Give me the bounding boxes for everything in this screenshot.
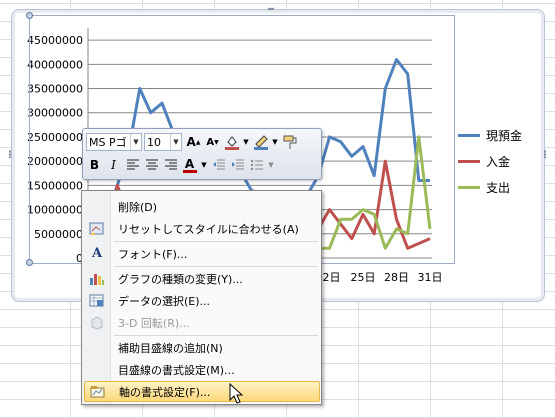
- font-size-combo[interactable]: 10 ▼: [144, 133, 182, 151]
- grow-font-button[interactable]: A ▲: [185, 133, 202, 151]
- fill-bucket-icon: [224, 136, 239, 150]
- align-center-icon: [145, 159, 158, 170]
- x-tick-label: 31日: [418, 271, 443, 284]
- menu-item-delete[interactable]: 削除(D): [84, 196, 318, 217]
- menu-item-format-gridlines[interactable]: 目盛線の書式設定(M)...: [84, 359, 318, 380]
- legend-swatch: [458, 133, 480, 137]
- mini-toolbar: MS Pゴ ▼ 10 ▼ A ▲ A ▼ ▼ ▼ B I A ▼ ▼: [82, 128, 322, 180]
- menu-separator: [114, 241, 318, 242]
- menu-item-change-chart-type[interactable]: グラフの種類の変更(Y)...: [84, 268, 318, 289]
- chart-legend[interactable]: 現預金 入金 支出: [458, 122, 538, 200]
- font-icon: A: [91, 246, 103, 261]
- legend-item: 支出: [458, 174, 538, 200]
- reset-style-icon: [86, 220, 108, 238]
- decrease-indent-icon: [212, 159, 225, 170]
- chevron-down-icon[interactable]: ▼: [242, 133, 250, 151]
- chevron-down-icon[interactable]: ▼: [130, 134, 141, 150]
- legend-label: 現預金: [486, 128, 523, 143]
- align-right-button[interactable]: [162, 156, 179, 174]
- font-name-combo[interactable]: MS Pゴ ▼: [86, 133, 142, 151]
- menu-item-label: 目盛線の書式設定(M)...: [118, 363, 235, 377]
- legend-label: 支出: [486, 180, 511, 195]
- x-tick-label: 25日: [351, 271, 376, 284]
- menu-item-reset-style[interactable]: リセットしてスタイルに合わせる(A): [84, 218, 318, 239]
- shrink-font-button[interactable]: A ▼: [204, 133, 221, 151]
- mouse-pointer-icon: [229, 383, 244, 404]
- italic-button[interactable]: I: [105, 156, 122, 174]
- format-axis-icon: [87, 383, 109, 401]
- align-center-button[interactable]: [143, 156, 160, 174]
- menu-item-label: 軸の書式設定(F)...: [119, 385, 211, 399]
- menu-item-label: グラフの種類の変更(Y)...: [118, 272, 243, 286]
- menu-item-label: 3-D 回転(R)...: [118, 316, 190, 330]
- legend-swatch: [458, 159, 480, 163]
- x-tick-label: 2日: [323, 271, 341, 284]
- menu-item-font[interactable]: A フォント(F)...: [84, 243, 318, 264]
- legend-label: 入金: [486, 154, 511, 169]
- font-color-button[interactable]: A: [181, 156, 198, 174]
- align-left-button[interactable]: [124, 156, 141, 174]
- bullet-list-icon: [250, 159, 263, 171]
- legend-item: 現預金: [458, 122, 538, 148]
- decrease-indent-button[interactable]: [210, 156, 227, 174]
- legend-swatch: [458, 185, 480, 189]
- line-color-button[interactable]: [252, 133, 269, 151]
- legend-item: 入金: [458, 148, 538, 174]
- font-size-value: 10: [147, 135, 161, 149]
- select-data-icon: [86, 292, 108, 310]
- chevron-down-icon[interactable]: ▼: [170, 134, 181, 150]
- align-right-icon: [164, 159, 177, 170]
- menu-separator: [114, 266, 318, 267]
- chevron-down-icon[interactable]: ▼: [267, 156, 275, 174]
- context-menu: 削除(D) リセットしてスタイルに合わせる(A) A フォント(F)... グラ…: [81, 190, 322, 405]
- font-color-icon: A: [184, 156, 195, 171]
- bold-button[interactable]: B: [86, 156, 103, 174]
- align-left-icon: [126, 159, 139, 170]
- format-painter-icon: [283, 135, 296, 149]
- menu-item-format-axis[interactable]: 軸の書式設定(F)...: [84, 381, 320, 402]
- shrink-font-icon: A: [206, 136, 215, 148]
- italic-icon: I: [111, 158, 116, 172]
- bullets-button[interactable]: [248, 156, 265, 174]
- font-name-value: MS Pゴ: [89, 136, 127, 149]
- increase-indent-icon: [231, 159, 244, 170]
- menu-item-label: 削除(D): [118, 200, 158, 214]
- menu-item-select-data[interactable]: データの選択(E)...: [84, 290, 318, 311]
- pen-icon: [253, 135, 268, 150]
- menu-item-label: リセットしてスタイルに合わせる(A): [118, 222, 299, 236]
- x-tick-label: 28日: [384, 271, 409, 284]
- menu-item-add-minor-gridlines[interactable]: 補助目盛線の追加(N): [84, 337, 318, 358]
- plot-area-handle[interactable]: [26, 12, 33, 19]
- chevron-down-icon[interactable]: ▼: [200, 156, 208, 174]
- rotation-3d-icon: [86, 314, 108, 332]
- menu-item-label: フォント(F)...: [118, 247, 188, 261]
- menu-item-3d-rotation[interactable]: 3-D 回転(R)...: [84, 312, 318, 333]
- delete-icon: [86, 198, 108, 216]
- plot-area-handle[interactable]: [26, 259, 33, 266]
- format-painter-button[interactable]: [281, 133, 298, 151]
- fill-color-button[interactable]: [223, 133, 240, 151]
- bold-icon: B: [89, 158, 100, 172]
- increase-indent-button[interactable]: [229, 156, 246, 174]
- menu-item-label: データの選択(E)...: [118, 294, 211, 308]
- menu-separator: [114, 335, 318, 336]
- grow-font-icon: A: [186, 135, 196, 149]
- chevron-down-icon[interactable]: ▼: [271, 133, 279, 151]
- chart-type-icon: [86, 270, 108, 288]
- menu-item-label: 補助目盛線の追加(N): [118, 341, 223, 355]
